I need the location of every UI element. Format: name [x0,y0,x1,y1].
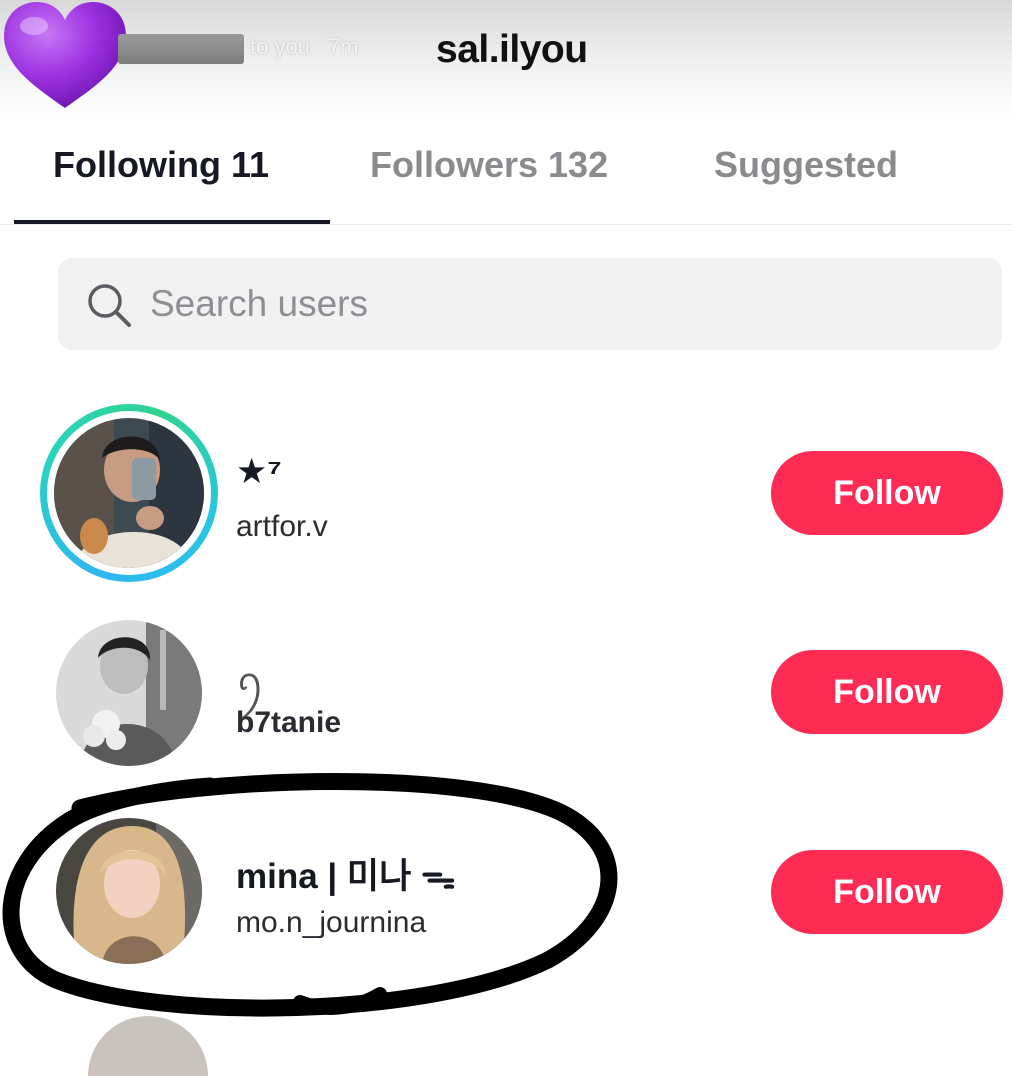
tab-following[interactable]: Following 11 [53,144,269,186]
user-username: artfor.v [236,510,328,543]
follow-button[interactable]: Follow [771,650,1003,734]
avatar[interactable] [54,418,204,568]
avatar[interactable] [56,818,202,964]
redacted-sender-name [118,34,244,64]
tabs-divider [0,224,1012,225]
user-username: b7tanie [236,706,342,739]
follow-button[interactable]: Follow [771,451,1003,535]
user-nickname: mina | 미나 ᯓ [236,857,456,896]
user-username: mo.n_journina [236,906,427,939]
story-sent-to: to you [250,34,310,59]
list-item[interactable]: mina | 미나 ᯓ mo.n_journina Follow [0,818,1012,988]
story-time-ago: 7m [327,34,359,59]
list-item[interactable]: ꪆ b7tanie Follow [0,618,1012,788]
avatar[interactable] [88,1016,208,1076]
story-overlay-bar: to you 7m sal.ilyou [0,0,1012,120]
list-item[interactable]: ★⁷ artfor.v Follow [0,404,1012,582]
user-nickname: ★⁷ [236,452,282,491]
purple-heart-icon [4,2,126,108]
tab-suggested[interactable]: Suggested [714,144,898,186]
story-meta: to you 7m [250,32,359,62]
search-icon [88,284,131,327]
tab-bar: Following 11 Followers 132 Suggested [0,138,1012,226]
page-title: sal.ilyou [436,28,588,71]
follow-button[interactable]: Follow [771,850,1003,934]
search-bar[interactable] [58,258,1002,350]
avatar[interactable] [56,620,202,766]
search-input[interactable] [150,280,950,328]
tab-followers[interactable]: Followers 132 [370,144,608,186]
